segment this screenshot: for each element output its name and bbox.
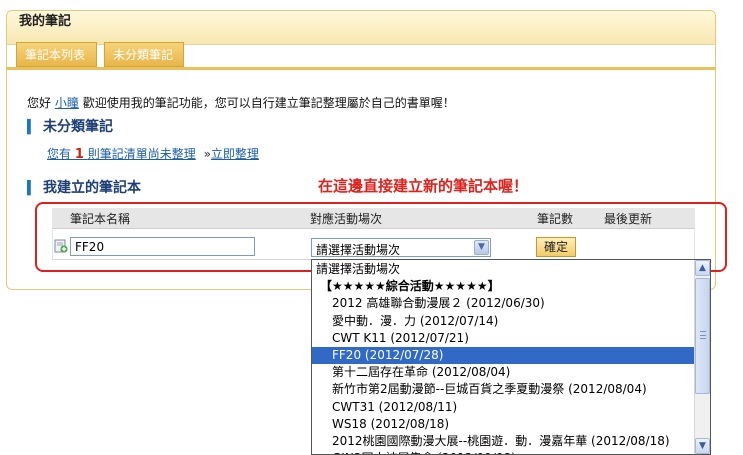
dropdown-option[interactable]: 2012桃園國際動漫大展--桃園遊．動．漫嘉年華 (2012/08/18) xyxy=(312,433,695,450)
scroll-thumb[interactable] xyxy=(695,278,710,394)
page-title: 我的筆記 xyxy=(19,14,72,29)
dropdown-option[interactable]: CWT31 (2012/08/11) xyxy=(312,399,695,416)
chevron-down-icon[interactable]: ▼ xyxy=(474,240,489,255)
dropdown-option[interactable]: FF20 (2012/07/28) xyxy=(312,347,695,364)
dropdown-option[interactable]: WS18 (2012/08/18) xyxy=(312,416,695,433)
my-notebooks-heading: ▍ 我建立的筆記本 xyxy=(27,180,141,196)
tab-underline xyxy=(6,67,716,70)
panel-header xyxy=(7,11,715,45)
welcome-prefix: 您好 xyxy=(27,96,52,110)
section-marker-icon: ▍ xyxy=(27,181,37,196)
dropdown-scrollbar[interactable]: ▲ ▼ xyxy=(694,260,710,454)
section-marker-icon: ▍ xyxy=(27,120,37,135)
create-notebook-callout: 在這邊直接建立新的筆記本喔！ xyxy=(318,177,529,195)
tab-uncategorized[interactable]: 未分類筆記 xyxy=(104,42,184,67)
pending-count: 1 xyxy=(74,147,84,162)
event-select[interactable]: 請選擇活動場次 ▼ xyxy=(311,238,491,257)
dropdown-option[interactable]: CWT K11 (2012/07/21) xyxy=(312,330,695,347)
username-link[interactable]: 小瞳 xyxy=(55,96,79,110)
dropdown-option[interactable]: GJN2同人誌展售會 (2012/09/08) xyxy=(312,450,695,454)
dropdown-option[interactable]: 第十二屆存在革命 (2012/08/04) xyxy=(312,364,695,381)
dropdown-option[interactable]: 新竹市第2屆動漫節--巨城百貨之季夏動漫祭 (2012/08/04) xyxy=(312,381,695,398)
organize-marker: » xyxy=(203,147,211,161)
add-notebook-icon xyxy=(54,239,68,253)
column-header-last-update: 最後更新 xyxy=(604,212,653,226)
notebook-name-input[interactable] xyxy=(70,237,255,256)
event-dropdown-list[interactable]: 請選擇活動場次 【★★★★★綜合活動★★★★★】 2012 高雄聯合動漫展２ (20… xyxy=(311,259,711,455)
dropdown-option[interactable]: 2012 高雄聯合動漫展２ (2012/06/30) xyxy=(312,295,695,312)
confirm-button[interactable]: 確定 xyxy=(536,237,576,257)
column-header-event: 對應活動場次 xyxy=(310,212,383,226)
welcome-suffix: 歡迎使用我的筆記功能，您可以自行建立筆記整理屬於自己的書單喔！ xyxy=(82,96,455,110)
scroll-down-icon[interactable]: ▼ xyxy=(695,438,710,454)
dropdown-option[interactable]: 請選擇活動場次 xyxy=(312,261,695,278)
scroll-up-icon[interactable]: ▲ xyxy=(695,260,710,276)
dropdown-option[interactable]: 【★★★★★綜合活動★★★★★】 xyxy=(312,278,695,295)
dropdown-option[interactable]: 愛中動．漫．力 (2012/07/14) xyxy=(312,313,695,330)
welcome-message: 您好 小瞳 歡迎使用我的筆記功能，您可以自行建立筆記整理屬於自己的書單喔！ xyxy=(27,94,455,111)
column-header-count: 筆記數 xyxy=(537,212,574,226)
pending-notes-link[interactable]: 您有 1 則筆記清單尚未整理 xyxy=(47,147,196,162)
pending-notes-line: 您有 1 則筆記清單尚未整理 »立即整理 xyxy=(47,145,259,162)
column-header-name: 筆記本名稱 xyxy=(70,212,131,226)
uncategorized-heading: ▍ 未分類筆記 xyxy=(27,119,113,135)
tab-notebook-list[interactable]: 筆記本列表 xyxy=(16,42,97,67)
event-select-value: 請選擇活動場次 xyxy=(316,243,401,257)
grip-icon xyxy=(700,331,706,339)
organize-now-link[interactable]: 立即整理 xyxy=(211,147,259,161)
